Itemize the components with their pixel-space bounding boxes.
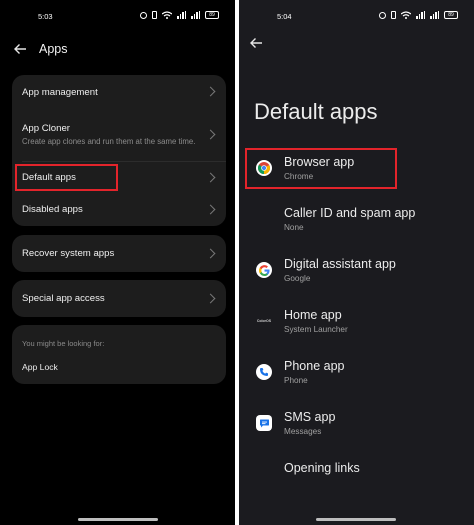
status-icons: 89 (379, 11, 458, 19)
status-bar: 5:04 89 (239, 9, 474, 25)
home-app-label: Home app (284, 308, 342, 322)
status-time: 5:04 (277, 12, 292, 21)
home-app-item[interactable]: ColorOS Home app System Launcher (254, 301, 464, 341)
left-phone-screen: 5:03 89 Apps App management App Cloner C… (0, 0, 235, 525)
signal-icon (177, 11, 186, 19)
chevron-right-icon (205, 293, 216, 303)
app-management-label: App management (22, 86, 98, 98)
battery-icon: 89 (444, 11, 458, 19)
app-cloner-description: Create app clones and run them at the sa… (22, 137, 196, 146)
caller-id-app-item[interactable]: Caller ID and spam app None (254, 199, 464, 239)
recover-card: Recover system apps (12, 235, 226, 272)
sms-app-value: Messages (284, 427, 322, 436)
sms-app-item[interactable]: SMS app Messages (254, 403, 464, 443)
alarm-icon (379, 11, 386, 19)
battery-icon: 89 (205, 11, 219, 19)
caller-id-app-value: None (284, 223, 304, 232)
app-bar: Apps (13, 40, 225, 58)
default-apps-highlight-box (15, 164, 118, 191)
messages-icon (256, 415, 272, 431)
phone-icon (256, 364, 272, 380)
chevron-right-icon (205, 204, 216, 214)
digital-assistant-app-item[interactable]: Digital assistant app Google (254, 250, 464, 290)
disabled-apps-item[interactable]: Disabled apps (12, 193, 226, 226)
back-arrow-icon[interactable] (13, 42, 27, 56)
page-title: Default apps (254, 99, 378, 124)
app-cloner-item[interactable]: App Cloner Create app clones and run the… (12, 109, 226, 161)
signal-icon-2 (191, 11, 200, 19)
sms-app-label: SMS app (284, 410, 336, 424)
vibrate-icon (391, 11, 396, 19)
opening-links-item[interactable]: Opening links (254, 454, 464, 494)
alarm-icon (140, 11, 147, 19)
disabled-apps-label: Disabled apps (22, 204, 83, 215)
coloros-icon-text: ColorOS (256, 319, 272, 323)
status-bar: 5:03 89 (0, 9, 235, 25)
signal-icon-2 (430, 11, 439, 19)
right-phone-screen: 5:04 89 Default apps Browser app Chrome … (239, 0, 474, 525)
home-indicator (78, 518, 158, 521)
apps-settings-card: App management App Cloner Create app clo… (12, 75, 226, 226)
page-title: Apps (39, 42, 68, 56)
wifi-icon (401, 11, 411, 19)
browser-app-highlight-box (245, 148, 397, 189)
back-arrow-icon[interactable] (249, 36, 263, 50)
digital-assistant-app-label: Digital assistant app (284, 257, 396, 271)
vibrate-icon (152, 11, 157, 19)
opening-links-label: Opening links (284, 461, 360, 475)
home-app-value: System Launcher (284, 325, 348, 334)
recover-system-apps-item[interactable]: Recover system apps (12, 235, 226, 272)
chevron-right-icon (205, 172, 216, 182)
digital-assistant-app-value: Google (284, 274, 311, 283)
app-cloner-label: App Cloner (22, 123, 70, 134)
suggestions-card: You might be looking for: App Lock (12, 325, 226, 384)
wifi-icon (162, 11, 172, 19)
status-time: 5:03 (38, 12, 53, 21)
app-lock-link[interactable]: App Lock (22, 362, 58, 372)
status-icons: 89 (140, 11, 219, 19)
chevron-right-icon (205, 248, 216, 258)
suggestions-label: You might be looking for: (22, 339, 105, 348)
special-app-access-label: Special app access (22, 293, 105, 304)
home-indicator (316, 518, 396, 521)
chevron-right-icon (205, 86, 216, 97)
phone-app-item[interactable]: Phone app Phone (254, 352, 464, 392)
phone-app-value: Phone (284, 376, 308, 385)
special-app-access-item[interactable]: Special app access (12, 280, 226, 317)
coloros-launcher-icon: ColorOS (256, 313, 272, 329)
app-management-item[interactable]: App management (12, 75, 226, 109)
chevron-right-icon (205, 129, 216, 140)
google-icon (256, 262, 272, 278)
phone-app-label: Phone app (284, 359, 345, 373)
recover-system-apps-label: Recover system apps (22, 248, 115, 259)
signal-icon (416, 11, 425, 19)
special-access-card: Special app access (12, 280, 226, 317)
caller-id-app-label: Caller ID and spam app (284, 206, 416, 220)
